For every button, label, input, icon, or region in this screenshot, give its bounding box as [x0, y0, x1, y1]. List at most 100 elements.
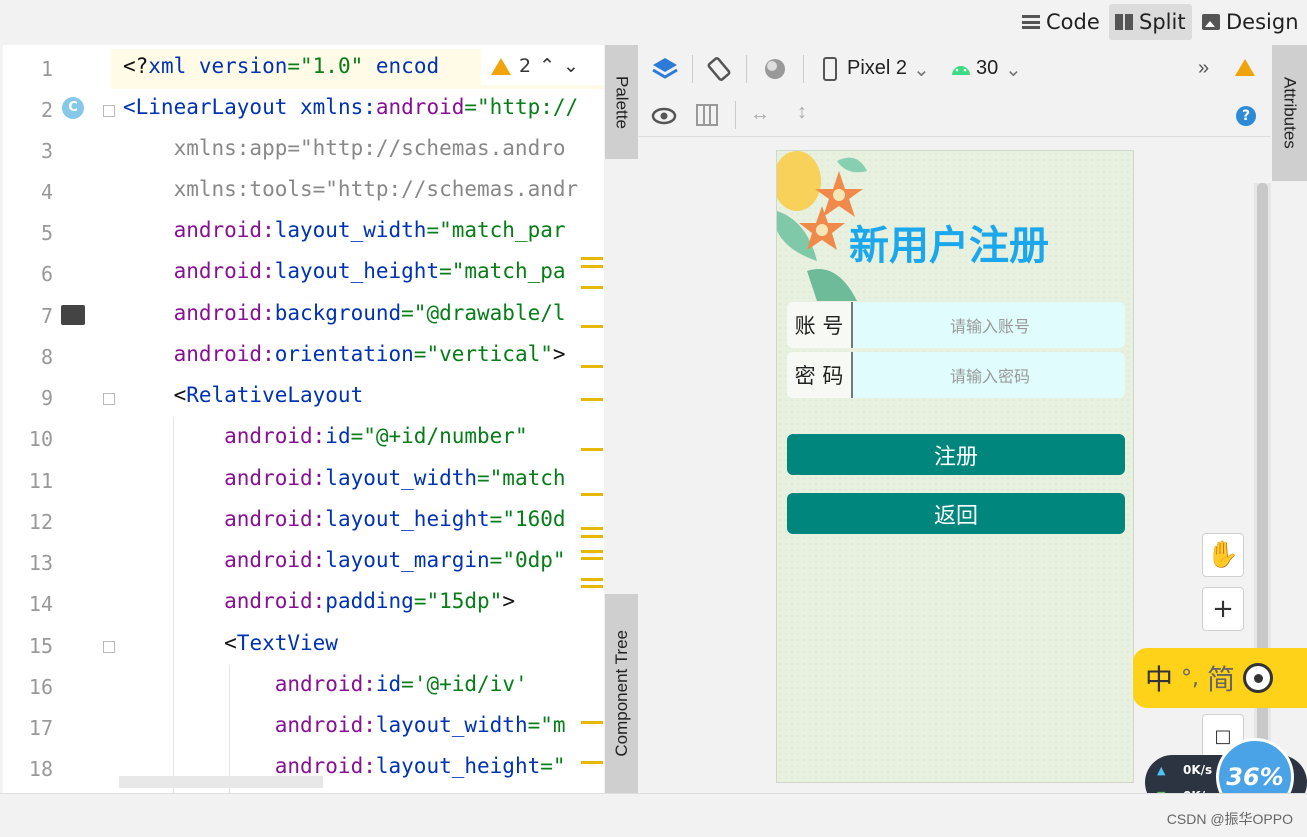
code-token: padding — [325, 589, 414, 613]
code-token: android: — [123, 424, 326, 448]
code-line-4: xmlns:tools="http://schemas.andr — [123, 177, 579, 201]
code-token: android: — [123, 713, 376, 737]
zoom-in-button[interactable]: + — [1202, 587, 1244, 631]
error-stripe-mark[interactable] — [581, 535, 603, 538]
error-stripe-mark[interactable] — [581, 325, 603, 328]
upload-speed: 0K/s — [1183, 763, 1213, 777]
code-line-9: <RelativeLayout — [123, 383, 364, 407]
account-row: 账 号 请输入账号 — [787, 302, 1125, 348]
code-line-5: android:layout_width="match_par — [123, 218, 566, 242]
code-token: encod — [375, 54, 440, 78]
error-stripe-mark[interactable] — [581, 257, 603, 260]
orientation-icon[interactable] — [705, 55, 733, 83]
code-token: ="match_pa — [439, 259, 566, 283]
error-stripe-mark[interactable] — [581, 398, 603, 401]
code-line-2: <LinearLayout xmlns:android="http:// — [123, 95, 578, 119]
drawable-preview-icon[interactable] — [61, 305, 85, 325]
device-selector[interactable]: Pixel 2 — [847, 57, 907, 80]
previous-highlight-icon[interactable]: ⌃ — [539, 55, 555, 77]
password-row: 密 码 请输入密码 — [787, 352, 1125, 398]
design-mode-button[interactable]: Design — [1196, 4, 1305, 40]
code-token: ="0dp" — [489, 548, 566, 572]
code-token: layout_width — [325, 466, 478, 490]
code-line-13: android:layout_margin="0dp" — [123, 548, 566, 572]
palette-tab-label: Palette — [612, 75, 632, 129]
class-badge-icon[interactable]: C — [62, 97, 84, 119]
error-stripe-mark[interactable] — [581, 448, 603, 451]
code-token: android: — [123, 672, 376, 696]
code-area[interactable]: <?xml version="1.0" encod <LinearLayout … — [123, 45, 604, 793]
code-token: android: — [123, 754, 376, 778]
code-token: ="match — [477, 466, 566, 490]
line-number: 2 — [40, 98, 53, 122]
error-stripe-mark[interactable] — [581, 265, 603, 268]
api-dropdown-icon[interactable]: ⌄ — [1005, 57, 1022, 82]
next-highlight-icon[interactable]: ⌄ — [563, 55, 579, 77]
code-token: ="1.0" — [287, 54, 376, 78]
inspection-widget[interactable]: 2 ⌃ ⌄ — [481, 47, 604, 85]
code-token: layout_height — [325, 507, 490, 531]
palette-tab[interactable]: Palette — [605, 45, 638, 159]
blueprint-toggle-icon[interactable] — [695, 103, 719, 127]
code-token: ="@drawable/l — [401, 301, 566, 325]
fold-marker-icon[interactable] — [103, 393, 115, 405]
attributes-tab[interactable]: Attributes — [1272, 45, 1307, 181]
error-stripe-mark[interactable] — [581, 557, 603, 560]
code-token: android: — [123, 548, 326, 572]
error-stripe-mark[interactable] — [581, 493, 603, 496]
line-number: 12 — [28, 510, 53, 534]
split-mode-button[interactable]: Split — [1109, 4, 1192, 40]
error-stripe-mark[interactable] — [581, 286, 603, 289]
fold-marker-icon[interactable] — [103, 105, 115, 117]
line-number: 14 — [28, 592, 53, 616]
line-number: 3 — [40, 139, 53, 163]
code-token: id — [325, 424, 351, 448]
component-tree-tab[interactable]: Component Tree — [605, 594, 638, 793]
code-token: > — [502, 589, 515, 613]
code-line-7: android:background="@drawable/l — [123, 301, 566, 325]
pan-hand-icon[interactable]: ✋ — [1202, 533, 1244, 577]
line-number: 8 — [40, 345, 53, 369]
register-button[interactable]: 注册 — [787, 434, 1125, 475]
code-token: ="http:// — [464, 95, 579, 119]
password-input[interactable]: 请输入密码 — [855, 352, 1125, 398]
code-token: ="15dp" — [413, 589, 503, 613]
error-stripe-mark[interactable] — [581, 585, 603, 588]
error-stripe-mark[interactable] — [581, 721, 603, 724]
design-toolbar: Pixel 2 ⌄ 30 ⌄ » ↔ ↕ ? — [639, 45, 1271, 137]
toolbar-separator — [803, 55, 804, 83]
line-number: 11 — [28, 469, 53, 493]
horizontal-scrollbar[interactable] — [119, 776, 323, 788]
overflow-icon[interactable]: » — [1198, 57, 1209, 80]
account-input[interactable]: 请输入账号 — [855, 302, 1125, 348]
help-icon[interactable]: ? — [1236, 106, 1256, 126]
back-button[interactable]: 返回 — [787, 493, 1125, 534]
device-dropdown-icon[interactable]: ⌄ — [913, 57, 930, 82]
view-options-icon[interactable] — [651, 105, 681, 127]
ime-script-label[interactable]: 简 — [1207, 658, 1235, 698]
error-stripe-mark[interactable] — [581, 761, 603, 764]
register-title: 新用户注册 — [849, 223, 1049, 269]
ime-punct-label[interactable]: °, — [1181, 666, 1199, 691]
phone-preview[interactable]: 新用户注册 账 号 请输入账号 密 码 请输入密码 注册 返回 — [776, 150, 1134, 783]
code-mode-button[interactable]: Code — [1016, 4, 1106, 40]
error-stripe-mark[interactable] — [581, 365, 603, 368]
code-token: layout_margin — [325, 548, 490, 572]
error-stripe-mark[interactable] — [581, 578, 603, 581]
theme-icon[interactable] — [763, 57, 789, 83]
error-stripe-mark[interactable] — [581, 550, 603, 553]
layers-icon[interactable] — [651, 55, 679, 83]
code-token: layout_height — [274, 259, 440, 283]
horizontal-resize-icon[interactable]: ↔ — [750, 103, 770, 126]
ime-toolbar[interactable]: 中 °, 简 — [1133, 648, 1307, 708]
line-number: 6 — [40, 262, 53, 286]
vertical-resize-icon[interactable]: ↕ — [797, 101, 807, 124]
layout-warning-icon[interactable] — [1235, 59, 1255, 76]
ime-mode-label[interactable]: 中 — [1145, 658, 1173, 698]
xml-code-editor[interactable]: 1 2 3 4 5 6 7 8 9 10 11 12 13 14 15 16 1… — [3, 45, 604, 793]
line-number: 15 — [28, 634, 53, 658]
watermark: CSDN @振华OPPO — [1166, 811, 1293, 827]
error-stripe-mark[interactable] — [581, 527, 603, 530]
api-level-selector[interactable]: 30 — [976, 57, 998, 80]
fold-marker-icon[interactable] — [103, 641, 115, 653]
